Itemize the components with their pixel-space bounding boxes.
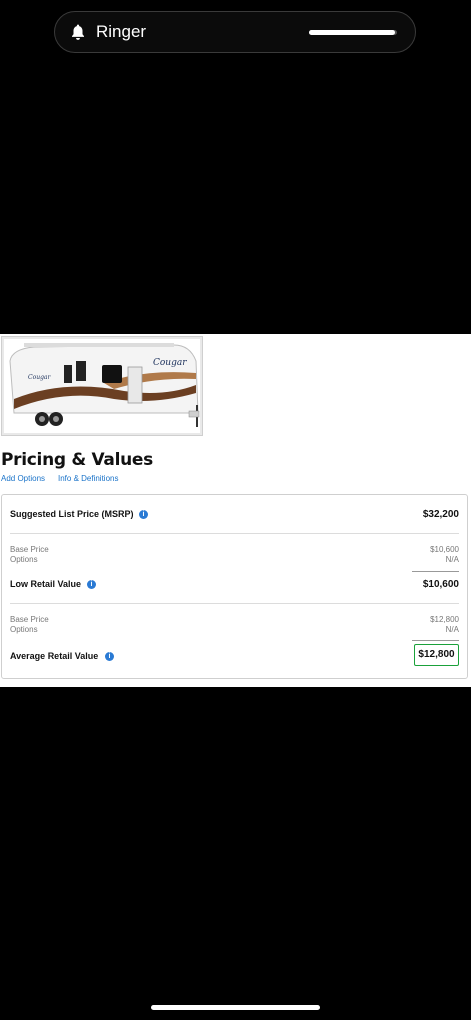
msrp-value: $32,200 [422,509,459,520]
ringer-hud: Ringer [54,11,416,53]
listing-content: Cougar Cougar Pricing & Values Add Optio… [0,334,471,687]
avg-base-price-value: $12,800 [430,615,459,624]
low-retail-info-icon[interactable]: i [87,580,96,589]
avg-sum-rule [412,640,459,641]
msrp-label: Suggested List Price (MSRP) [10,509,134,519]
avg-retail-info-icon[interactable]: i [105,652,114,661]
page-title: Pricing & Values [1,450,153,470]
cougar-side-logo: Cougar [28,374,51,381]
volume-fill [309,30,396,35]
add-options-link[interactable]: Add Options [1,474,45,483]
divider [10,603,459,604]
divider [10,533,459,534]
low-base-price-value: $10,600 [430,545,459,554]
low-retail-value: $10,600 [422,579,459,590]
pricing-card: Suggested List Price (MSRP) i $32,200 Ba… [1,494,468,679]
low-options-label: Options [10,555,38,564]
low-options-value: N/A [445,555,459,564]
info-definitions-link[interactable]: Info & Definitions [58,474,118,483]
avg-retail-label: Average Retail Value [10,651,99,661]
msrp-info-icon[interactable]: i [139,510,148,519]
bell-icon [72,24,84,40]
ringer-label: Ringer [96,22,147,41]
cougar-logo: Cougar [153,358,187,368]
trailer-image: Cougar Cougar [4,339,200,433]
low-sum-rule [412,571,459,572]
travel-trailer-illustration: Cougar Cougar [9,343,200,427]
low-retail-label: Low Retail Value [10,579,82,589]
low-base-price-label: Base Price [10,545,49,554]
volume-slider [309,30,397,35]
avg-options-value: N/A [445,625,459,634]
home-indicator[interactable] [151,1005,320,1010]
avg-base-price-label: Base Price [10,615,49,624]
trailer-photo[interactable]: Cougar Cougar [1,336,203,436]
avg-options-label: Options [10,625,38,634]
avg-retail-value: $12,800 [414,644,459,666]
